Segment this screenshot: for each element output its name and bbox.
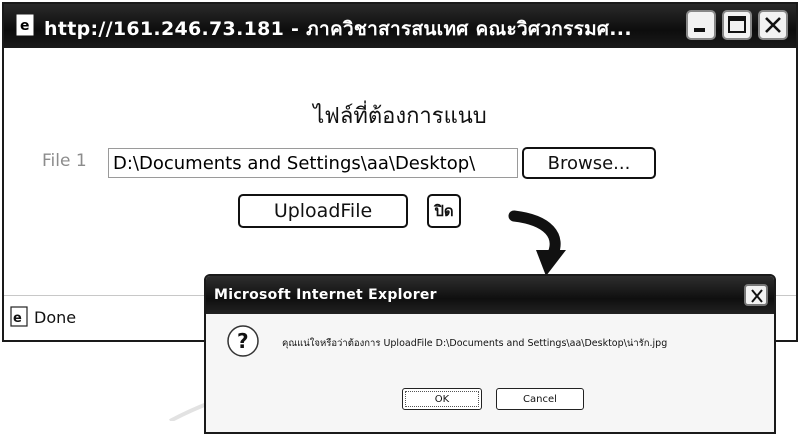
close-icon — [765, 17, 781, 33]
status-panel — [774, 302, 793, 332]
page-heading: ไฟล์ที่ต้องการแนบ — [313, 104, 487, 129]
window-title: http://161.246.73.181 - ภาควิชาสารสนเทศ … — [44, 18, 632, 40]
ie-icon: e — [10, 306, 30, 328]
svg-text:e: e — [13, 311, 22, 326]
cancel-button[interactable]: Cancel — [496, 388, 584, 410]
dialog-close-button[interactable] — [744, 284, 768, 306]
file-1-label: File 1 — [42, 151, 87, 171]
confirm-dialog: Microsoft Internet Explorer ? คุณแน่ใจหร… — [204, 274, 776, 434]
window-titlebar[interactable]: e http://161.246.73.181 - ภาควิชาสารสนเท… — [4, 4, 796, 48]
maximize-button[interactable] — [722, 10, 752, 40]
dialog-body: ? คุณแน่ใจหรือว่าต้องการ UploadFile D:\D… — [206, 314, 774, 432]
browse-button[interactable]: Browse... — [522, 147, 656, 179]
dialog-title: Microsoft Internet Explorer — [214, 287, 437, 303]
close-window-button[interactable] — [758, 10, 788, 40]
maximize-icon — [728, 16, 746, 33]
ok-button[interactable]: OK — [402, 388, 482, 410]
svg-text:e: e — [20, 18, 30, 34]
minimize-icon — [694, 28, 705, 32]
upload-file-button[interactable]: UploadFile — [238, 194, 408, 228]
svg-text:?: ? — [237, 329, 249, 353]
ie-page-icon: e — [14, 13, 38, 37]
dialog-message: คุณแน่ใจหรือว่าต้องการ UploadFile D:\Doc… — [282, 338, 668, 349]
file-path-input[interactable] — [108, 148, 518, 178]
minimize-button[interactable] — [686, 10, 716, 40]
dialog-titlebar[interactable]: Microsoft Internet Explorer — [206, 276, 774, 314]
question-icon: ? — [227, 325, 259, 357]
page-content: ไฟล์ที่ต้องการแนบ File 1 Browse... Uploa… — [4, 48, 796, 298]
close-page-button[interactable]: ปิด — [427, 194, 461, 228]
status-text: Done — [34, 308, 77, 327]
close-icon — [751, 289, 763, 303]
arrow-icon — [508, 210, 566, 276]
